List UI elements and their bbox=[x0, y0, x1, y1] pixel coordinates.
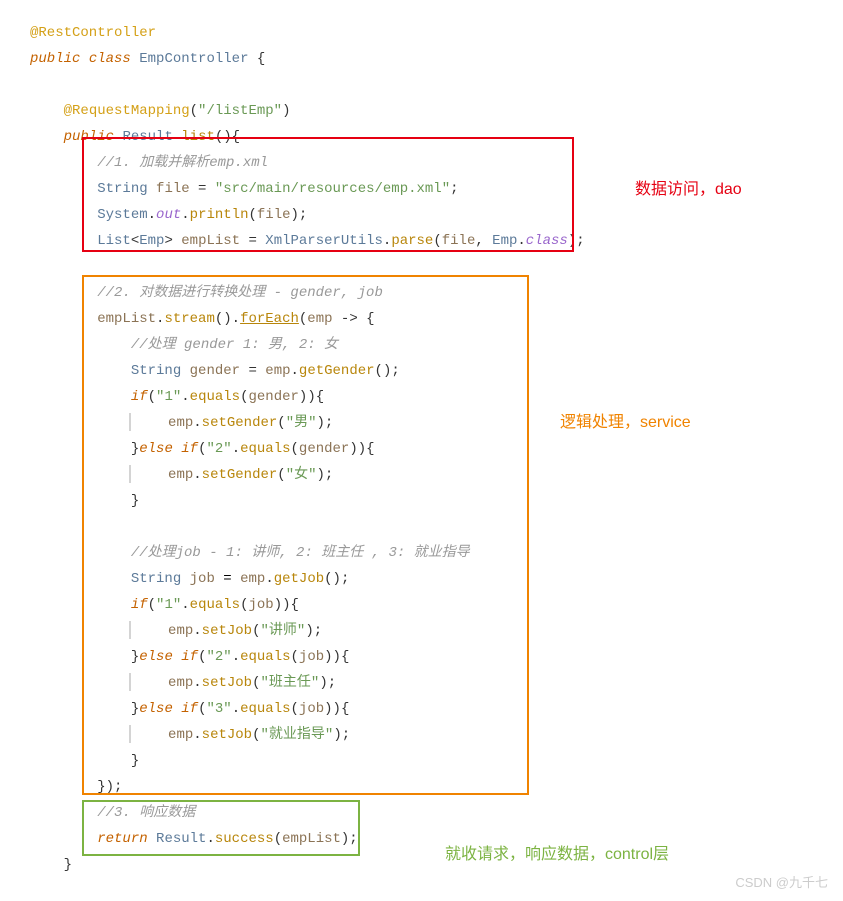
brace: { bbox=[248, 51, 265, 67]
list-type: List bbox=[97, 233, 131, 249]
parse-method: parse bbox=[391, 233, 433, 249]
foreach: forEach bbox=[240, 311, 299, 327]
emp-type: Emp bbox=[139, 233, 164, 249]
keyword-public: public bbox=[64, 129, 114, 145]
dao-label: 数据访问，dao bbox=[635, 175, 742, 199]
comment: //处理job - 1: 讲师, 2: 班主任 , 3: 就业指导 bbox=[131, 545, 470, 561]
variable: empList bbox=[97, 311, 156, 327]
code-editor: @RestController public class EmpControll… bbox=[30, 20, 833, 878]
string-literal: "/listEmp" bbox=[198, 103, 282, 119]
annotation-mapping: @RequestMapping bbox=[64, 103, 190, 119]
type: String bbox=[97, 181, 147, 197]
watermark: CSDN @九千七 bbox=[735, 872, 828, 891]
keyword-public: public bbox=[30, 51, 80, 67]
method-name: list bbox=[181, 129, 215, 145]
variable: file bbox=[156, 181, 190, 197]
keyword-class: class bbox=[89, 51, 131, 67]
control-label: 就收请求，响应数据，control层 bbox=[445, 840, 669, 864]
println: println bbox=[190, 207, 249, 223]
service-label: 逻辑处理，service bbox=[560, 408, 691, 432]
equals: = bbox=[190, 181, 215, 197]
arg: file bbox=[257, 207, 291, 223]
variable: empList bbox=[173, 233, 240, 249]
type: Result bbox=[122, 129, 172, 145]
out: out bbox=[156, 207, 181, 223]
parens: (){ bbox=[215, 129, 240, 145]
comment: //1. 加载并解析emp.xml bbox=[97, 155, 268, 171]
semi: ; bbox=[450, 181, 458, 197]
paren: ( bbox=[190, 103, 198, 119]
paren: ) bbox=[282, 103, 290, 119]
annotation: @RestController bbox=[30, 25, 156, 41]
comment: //处理 gender 1: 男, 2: 女 bbox=[131, 337, 338, 353]
class-name: EmpController bbox=[139, 51, 248, 67]
string-literal: "src/main/resources/emp.xml" bbox=[215, 181, 450, 197]
comment: //3. 响应数据 bbox=[97, 805, 195, 821]
system: System bbox=[97, 207, 147, 223]
comment: //2. 对数据进行转换处理 - gender, job bbox=[97, 285, 383, 301]
util-class: XmlParserUtils bbox=[265, 233, 383, 249]
